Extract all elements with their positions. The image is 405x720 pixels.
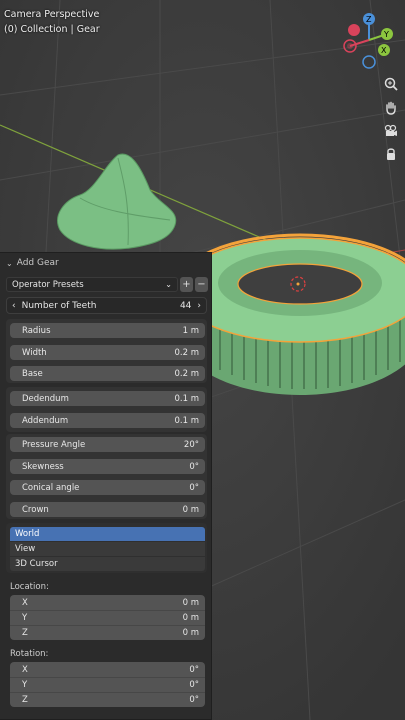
radius-field[interactable]: Radius 1 m	[10, 323, 205, 338]
location-x-value: 0 m	[182, 597, 199, 608]
rotation-label: Rotation:	[10, 649, 49, 659]
dedendum-field[interactable]: Dedendum 0.1 m	[10, 391, 205, 406]
crown-value: 0 m	[182, 504, 199, 515]
location-x-field[interactable]: X 0 m	[10, 595, 205, 610]
rotation-y-label: Y	[22, 680, 28, 690]
base-label: Base	[22, 368, 43, 379]
number-of-teeth-field[interactable]: ‹ Number of Teeth 44 ›	[6, 297, 207, 314]
panel-header[interactable]: ⌄ Add Gear	[0, 253, 212, 273]
crown-field[interactable]: Crown 0 m	[10, 502, 205, 517]
location-label: Location:	[10, 582, 49, 592]
pressure-angle-value: 20°	[183, 439, 199, 450]
align-world-option[interactable]: World	[10, 527, 205, 541]
camera-icon[interactable]	[380, 120, 402, 142]
teeth-value: 44	[179, 300, 192, 311]
remove-preset-button[interactable]: −	[195, 277, 208, 292]
rotation-y-field[interactable]: Y 0°	[10, 677, 205, 692]
gizmo-y-label: Y	[383, 30, 389, 39]
pressure-angle-label: Pressure Angle	[22, 439, 86, 450]
navigation-gizmo[interactable]: Z Y X	[336, 10, 404, 72]
viewport-title: Camera Perspective	[4, 9, 100, 20]
conical-angle-label: Conical angle	[22, 482, 80, 493]
conical-angle-field[interactable]: Conical angle 0°	[10, 480, 205, 495]
operator-presets-label: Operator Presets	[12, 279, 84, 290]
rotation-x-value: 0°	[189, 664, 199, 675]
add-preset-button[interactable]: +	[180, 277, 193, 292]
skewness-label: Skewness	[22, 461, 64, 472]
width-value: 0.2 m	[174, 347, 200, 358]
conical-angle-value: 0°	[189, 482, 199, 493]
addendum-label: Addendum	[22, 415, 69, 426]
gizmo-z-label: Z	[366, 15, 372, 24]
location-z-value: 0 m	[182, 628, 199, 638]
rotation-z-value: 0°	[189, 695, 199, 705]
radius-label: Radius	[22, 325, 51, 336]
base-value: 0.2 m	[174, 368, 200, 379]
width-label: Width	[22, 347, 47, 358]
radius-value: 1 m	[182, 325, 199, 336]
rotation-z-field[interactable]: Z 0°	[10, 692, 205, 707]
viewport-collection: (0) Collection | Gear	[4, 24, 100, 35]
addendum-value: 0.1 m	[174, 415, 200, 426]
location-x-label: X	[22, 597, 28, 608]
rotation-x-field[interactable]: X 0°	[10, 662, 205, 677]
width-field[interactable]: Width 0.2 m	[10, 345, 205, 360]
chevron-right-icon[interactable]: ›	[197, 301, 201, 311]
align-3d-cursor-option[interactable]: 3D Cursor	[10, 557, 205, 571]
dedendum-label: Dedendum	[22, 393, 69, 404]
lock-icon[interactable]	[380, 143, 402, 165]
skewness-value: 0°	[189, 461, 199, 472]
zoom-icon[interactable]	[380, 73, 402, 95]
chevron-down-icon: ⌄	[6, 258, 13, 268]
rotation-y-value: 0°	[189, 680, 199, 690]
panel-title: Add Gear	[16, 258, 59, 268]
gizmo-x-label: X	[381, 46, 387, 55]
chevron-left-icon[interactable]: ‹	[12, 301, 16, 311]
teeth-label: Number of Teeth	[21, 300, 97, 311]
dedendum-value: 0.1 m	[174, 393, 200, 404]
location-y-value: 0 m	[182, 613, 199, 623]
operator-presets-dropdown[interactable]: Operator Presets ⌄	[6, 277, 178, 292]
crown-label: Crown	[22, 504, 49, 515]
location-z-label: Z	[22, 628, 28, 638]
rotation-x-label: X	[22, 664, 28, 675]
addendum-field[interactable]: Addendum 0.1 m	[10, 413, 205, 428]
location-y-field[interactable]: Y 0 m	[10, 610, 205, 625]
base-field[interactable]: Base 0.2 m	[10, 366, 205, 381]
chevron-down-icon: ⌄	[165, 280, 172, 289]
pan-hand-icon[interactable]	[380, 97, 402, 119]
align-view-option[interactable]: View	[10, 542, 205, 556]
skewness-field[interactable]: Skewness 0°	[10, 459, 205, 474]
location-y-label: Y	[22, 613, 28, 623]
pressure-angle-field[interactable]: Pressure Angle 20°	[10, 437, 205, 452]
rotation-z-label: Z	[22, 695, 28, 705]
location-z-field[interactable]: Z 0 m	[10, 625, 205, 640]
